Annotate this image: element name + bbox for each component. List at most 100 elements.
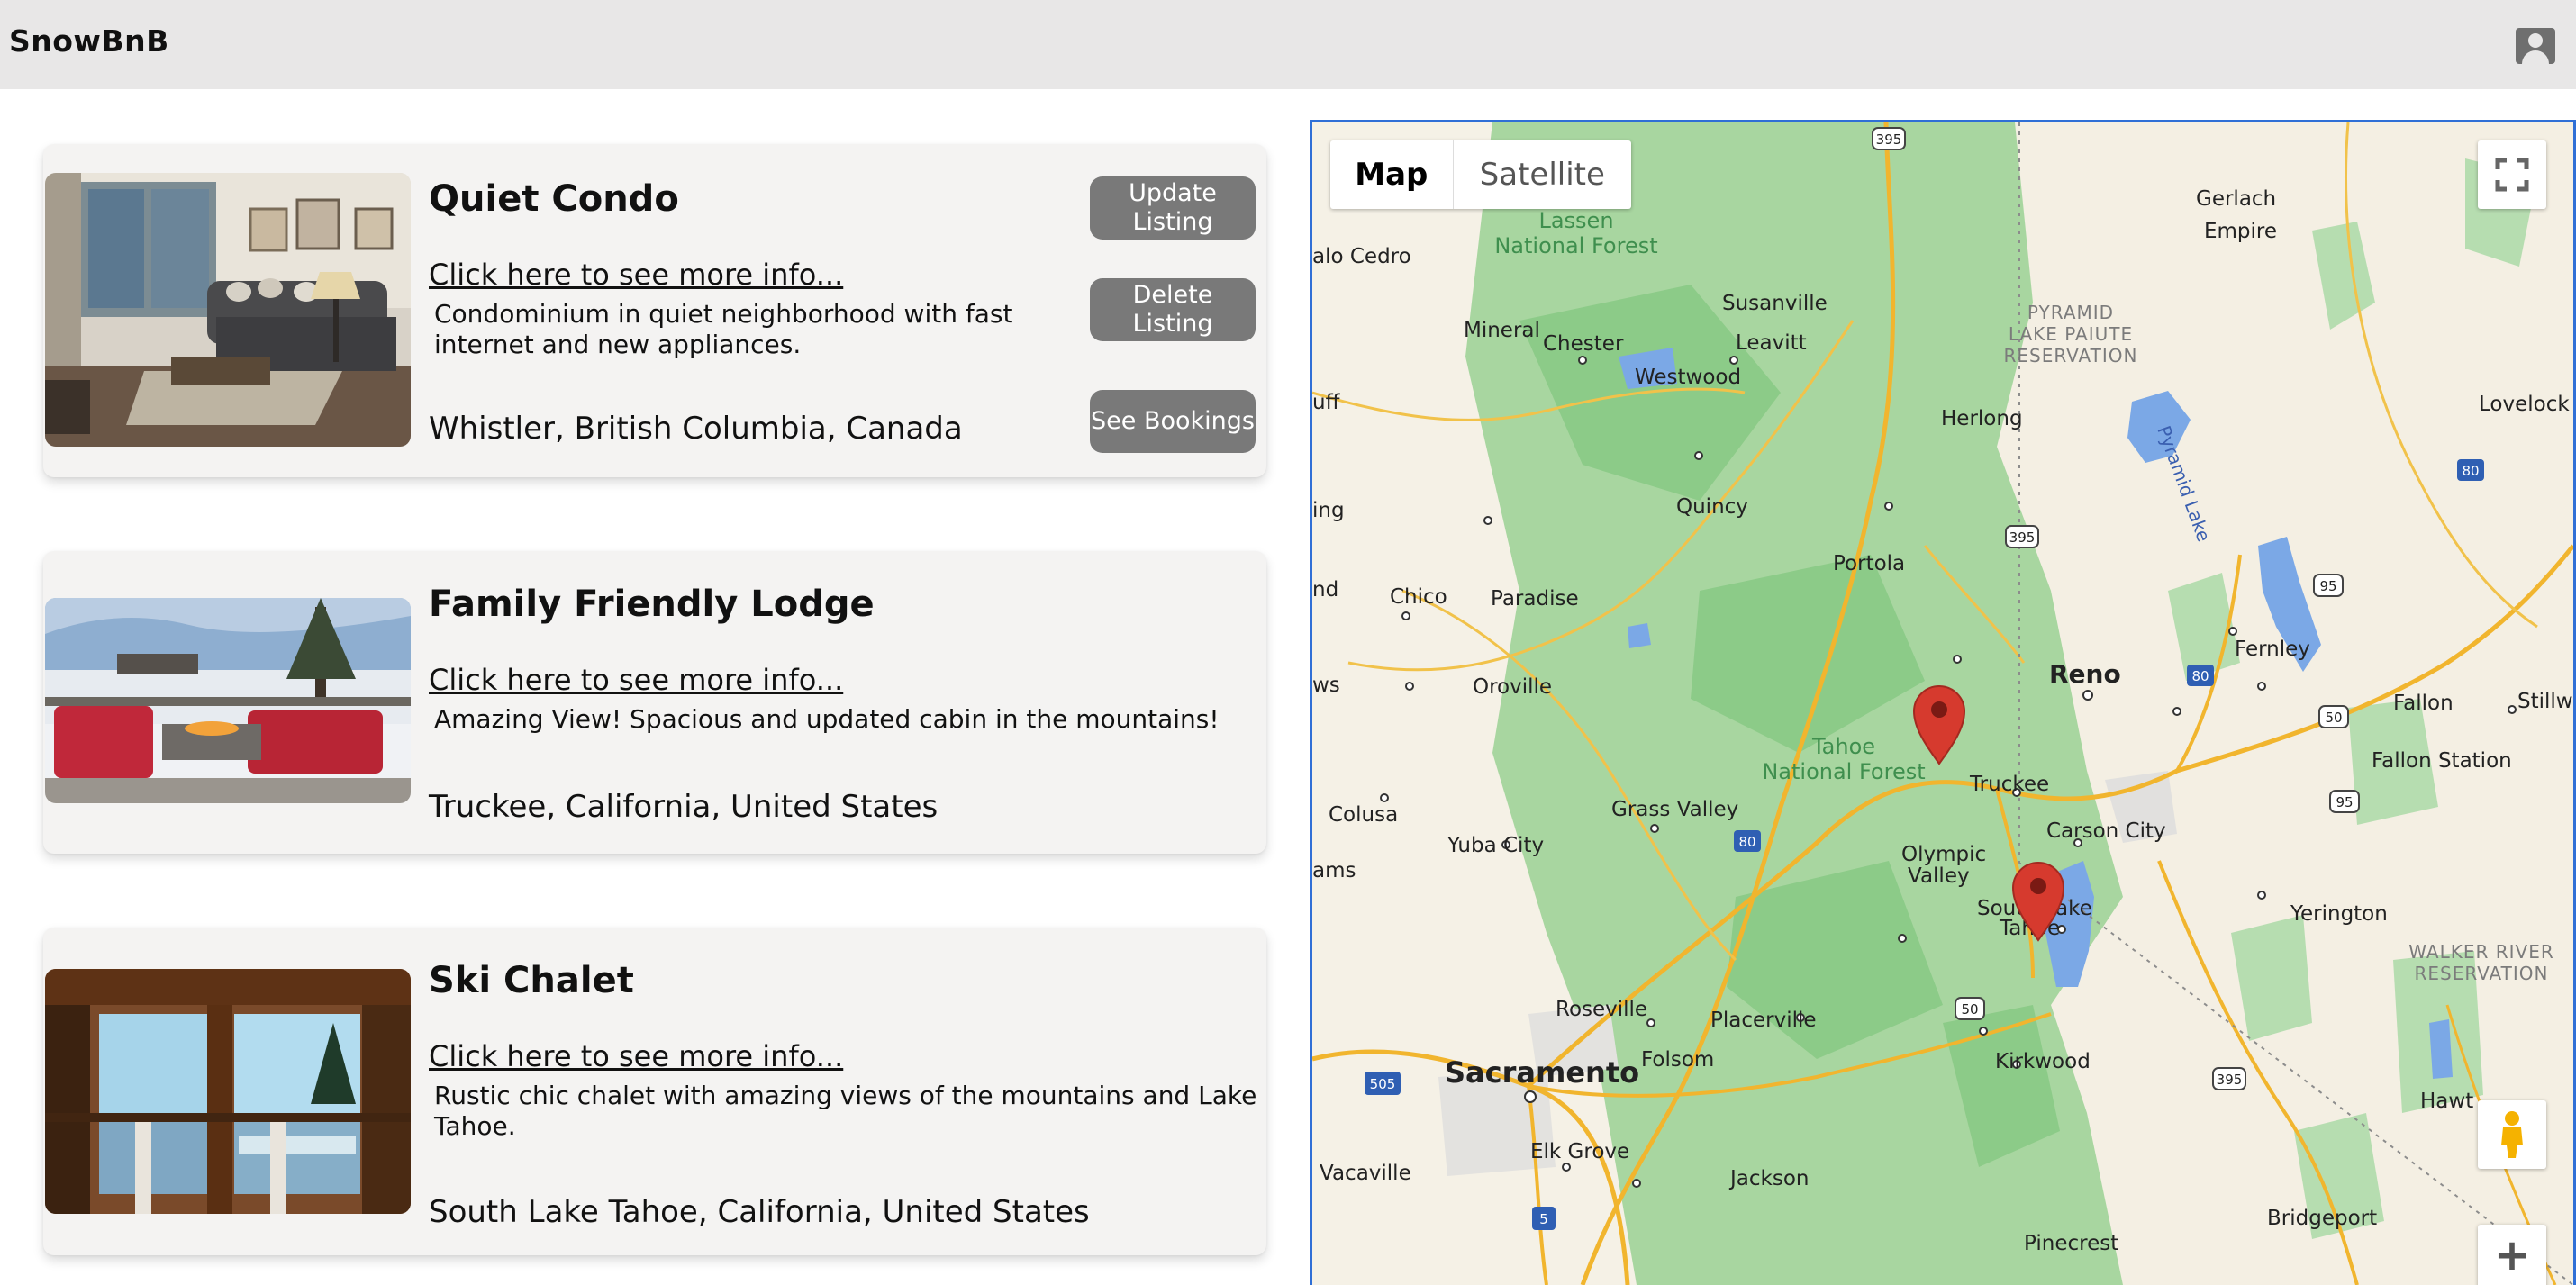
tahoe-forest-label: National Forest (1762, 759, 1925, 784)
fernley-label: Fernley (2235, 638, 2310, 661)
yuba-city-label: Yuba City (1447, 834, 1544, 857)
highway-shield: 395 (1872, 127, 1906, 150)
lassen-forest-label: Lassen (1538, 208, 1613, 233)
walker-reservation-label: RESERVATION (2414, 963, 2548, 984)
map-type-toggle: Map Satellite (1330, 140, 1631, 209)
listing-card: Ski Chalet Click here to see more info..… (43, 928, 1266, 1255)
folsom-label: Folsom (1641, 1048, 1714, 1072)
westwood-label: Westwood (1635, 366, 1741, 389)
highway-shield: 80 (1734, 830, 1761, 852)
brand-logo[interactable]: SnowBnB (9, 23, 169, 59)
highway-shield: 395 (2212, 1067, 2246, 1090)
map-type-map-button[interactable]: Map (1330, 140, 1454, 209)
delete-listing-button[interactable]: Delete Listing (1090, 278, 1256, 341)
colusa-label: Colusa (1329, 803, 1398, 827)
yerington-label: Yerington (2290, 902, 2388, 926)
pegman-icon[interactable] (2478, 1100, 2546, 1169)
highway-shield: 395 (2005, 525, 2039, 548)
zoom-in-button[interactable]: + (2478, 1225, 2546, 1285)
svg-text:505: 505 (1370, 1076, 1396, 1092)
orland-label: nd (1312, 578, 1338, 602)
highway-shield: 95 (2313, 574, 2344, 597)
more-info-link[interactable]: Click here to see more info... (429, 663, 843, 697)
more-info-link[interactable]: Click here to see more info... (429, 1039, 843, 1073)
chico-label: Chico (1390, 585, 1447, 609)
listing-title: Ski Chalet (429, 960, 634, 1001)
truckee-label: Truckee (1969, 773, 2049, 796)
lassen-forest-label: National Forest (1494, 233, 1657, 258)
svg-text:80: 80 (2191, 668, 2209, 684)
fallon-label: Fallon (2393, 692, 2454, 715)
svg-text:50: 50 (1961, 1001, 1978, 1018)
listing-image (45, 969, 411, 1214)
pyramid-reservation-label: PYRAMID (2027, 302, 2114, 323)
williams-label: ams (1312, 859, 1356, 882)
user-account-icon[interactable] (2516, 28, 2555, 64)
tahoe-forest-label: Tahoe (1811, 734, 1875, 759)
placerville-label: Placerville (1710, 1009, 1817, 1032)
carson-city-label: Carson City (2046, 819, 2166, 843)
leavitt-label: Leavitt (1736, 331, 1807, 355)
see-bookings-button[interactable]: See Bookings (1090, 390, 1256, 453)
map-canvas[interactable]: Lassen National Forest Tahoe National Fo… (1312, 122, 2573, 1285)
listing-image (45, 173, 411, 447)
lovelock-label: Lovelock (2479, 393, 2570, 416)
zoom-in-icon: + (2493, 1230, 2531, 1280)
pyramid-reservation-label: RESERVATION (2003, 345, 2137, 366)
palo-cedro-label: alo Cedro (1312, 245, 1411, 268)
svg-text:395: 395 (1876, 131, 1902, 148)
gerlach-label: Gerlach (2196, 187, 2276, 211)
app-header: SnowBnB (0, 0, 2576, 89)
mineral-label: Mineral (1464, 319, 1540, 342)
roseville-label: Roseville (1556, 998, 1647, 1021)
svg-text:5: 5 (1539, 1211, 1548, 1227)
susanville-label: Susanville (1722, 292, 1828, 315)
map-type-satellite-button[interactable]: Satellite (1454, 140, 1631, 209)
highway-shield: 505 (1365, 1072, 1401, 1095)
jackson-label: Jackson (1728, 1167, 1809, 1190)
highway-shield: 50 (1955, 997, 1985, 1020)
chester-label: Chester (1543, 332, 1624, 356)
herlong-label: Herlong (1941, 407, 2023, 430)
reno-label: Reno (2049, 659, 2121, 689)
fullscreen-icon[interactable] (2478, 140, 2546, 209)
highway-shield: 50 (2318, 705, 2349, 728)
listing-description: Amazing View! Spacious and updated cabin… (434, 704, 1220, 734)
olympic-valley-label: Valley (1908, 864, 1970, 888)
oroville-label: Oroville (1473, 675, 1552, 699)
pinecrest-label: Pinecrest (2024, 1232, 2118, 1255)
corning-label: ing (1312, 499, 1345, 522)
update-listing-button[interactable]: Update Listing (1090, 176, 1256, 240)
highway-shield: 80 (2187, 665, 2214, 686)
listing-location: Whistler, British Columbia, Canada (429, 411, 963, 447)
svg-text:395: 395 (2217, 1072, 2243, 1088)
listing-location: Truckee, California, United States (429, 789, 939, 825)
pyramid-reservation-label: LAKE PAIUTE (2009, 323, 2133, 345)
hawthorne-label: Hawt (2420, 1090, 2473, 1113)
fallon-station-label: Fallon Station (2372, 749, 2512, 773)
listing-title: Family Friendly Lodge (429, 584, 875, 625)
elk-grove-label: Elk Grove (1530, 1140, 1629, 1163)
listing-card: Quiet Condo Click here to see more info.… (43, 144, 1266, 477)
listing-description: Condominium in quiet neighborhood with f… (434, 299, 1013, 359)
svg-text:95: 95 (2336, 794, 2353, 810)
svg-text:50: 50 (2325, 710, 2342, 726)
vacaville-label: Vacaville (1320, 1162, 1411, 1185)
listings-map[interactable]: Lassen National Forest Tahoe National Fo… (1310, 120, 2576, 1285)
kirkwood-label: Kirkwood (1995, 1050, 2091, 1073)
olympic-valley-label: Olympic (1901, 843, 1986, 866)
red-bluff-label: uff (1312, 391, 1341, 414)
stillwater-label: Stillwa (2517, 690, 2573, 713)
bridgeport-label: Bridgeport (2267, 1207, 2377, 1230)
more-info-link[interactable]: Click here to see more info... (429, 258, 843, 292)
listing-card: Family Friendly Lodge Click here to see … (43, 551, 1266, 854)
highway-shield: 95 (2329, 790, 2360, 813)
svg-text:80: 80 (1738, 834, 1755, 850)
quincy-label: Quincy (1676, 495, 1748, 519)
listing-description: Rustic chic chalet with amazing views of… (434, 1081, 1257, 1141)
highway-shield: 80 (2457, 459, 2484, 481)
grass-valley-label: Grass Valley (1611, 798, 1738, 821)
walker-reservation-label: WALKER RIVER (2408, 941, 2554, 963)
svg-text:395: 395 (2009, 529, 2036, 546)
sacramento-label: Sacramento (1445, 1055, 1639, 1090)
